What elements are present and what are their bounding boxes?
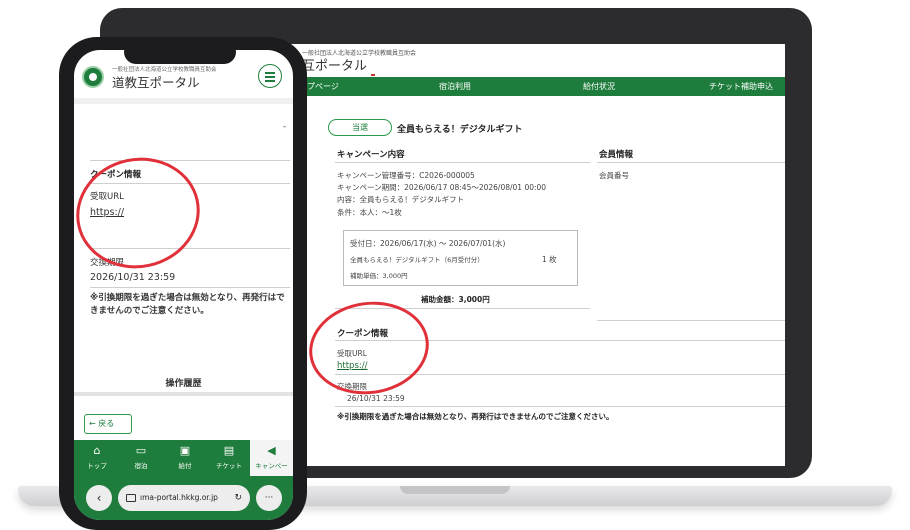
reception-date: 受付日：2026/06/17(水) 〜 2026/07/01(水) bbox=[350, 239, 506, 248]
member-no-label: 会員番号 bbox=[599, 171, 629, 180]
divider bbox=[74, 392, 293, 396]
brand-title: 道教互ポータル bbox=[112, 75, 200, 90]
divider bbox=[597, 162, 785, 163]
laptop-notch bbox=[400, 486, 510, 494]
brand-title: 互ポータル bbox=[302, 59, 368, 74]
brand-accent bbox=[371, 74, 375, 76]
tab-label: トップ bbox=[87, 462, 107, 470]
campaign-title: 全員もらえる！デジタルギフト bbox=[397, 125, 523, 135]
campaign-period: キャンペーン期間：2026/06/17 08:45〜2026/08/01 00:… bbox=[337, 183, 547, 192]
campaign-mgmt-no: キャンペーン管理番号：C2026-000005 bbox=[337, 171, 475, 180]
divider bbox=[335, 162, 590, 163]
tabs-icon bbox=[126, 494, 136, 502]
arrow-left-icon: ← bbox=[89, 419, 96, 428]
divider bbox=[335, 406, 785, 407]
nav-lodging[interactable]: 宿泊利用 bbox=[439, 81, 471, 92]
coupon-expiry: 26/10/31 23:59 bbox=[347, 394, 405, 403]
hamburger-icon bbox=[265, 80, 275, 82]
tab-benefit[interactable]: ▣ 給付 bbox=[162, 440, 208, 476]
bed-icon: ▭ bbox=[135, 444, 147, 457]
hamburger-icon bbox=[265, 72, 275, 74]
status-badge: 当選 bbox=[328, 119, 392, 136]
tab-campaign[interactable]: ◀ キャンペー bbox=[250, 440, 293, 476]
nav-ticket[interactable]: チケット補助申込 bbox=[709, 81, 773, 92]
history-heading: 操作履歴 bbox=[165, 379, 202, 389]
hamburger-icon bbox=[265, 76, 275, 78]
header-divider bbox=[74, 98, 293, 104]
dash-mark: - bbox=[283, 122, 287, 132]
menu-button[interactable] bbox=[258, 64, 282, 88]
browser-bar: ‹ ıma-portal.hkkg.or.jp ↻ ··· bbox=[74, 476, 293, 520]
bottom-tab-bar: ⌂ トップ ▭ 宿泊 ▣ 給付 ▤ チケット ◀ キャンペー bbox=[74, 440, 293, 476]
reload-icon[interactable]: ↻ bbox=[234, 485, 242, 511]
nav-benefit[interactable]: 給付状況 bbox=[583, 81, 615, 92]
divider bbox=[90, 287, 290, 288]
tab-top[interactable]: ⌂ トップ bbox=[74, 440, 120, 476]
campaign-section-heading: キャンペーン内容 bbox=[337, 150, 405, 160]
address-bar[interactable]: ıma-portal.hkkg.or.jp ↻ bbox=[118, 485, 250, 511]
back-label: 戻る bbox=[98, 419, 115, 428]
gift-qty: 1 枚 bbox=[542, 255, 557, 264]
back-button[interactable]: ← 戻る bbox=[84, 414, 132, 434]
tab-ticket[interactable]: ▤ チケット bbox=[206, 440, 252, 476]
gift-icon: ▣ bbox=[179, 444, 191, 457]
tab-label: 給付 bbox=[178, 462, 192, 470]
coupon-warning: ※引換期限を過ぎた場合は無効となり、再発行はできませんのでご注意ください。 bbox=[90, 293, 285, 316]
annotation-circle bbox=[303, 294, 435, 402]
total-amount: 補助金額：3,000円 bbox=[421, 295, 490, 304]
coupon-warning: ※引換期限を過ぎた場合は無効となり、再発行はできませんのでご注意ください。 bbox=[337, 412, 614, 421]
unit-price: 補助単価：3,000円 bbox=[350, 272, 408, 280]
url-text: ıma-portal.hkkg.or.jp bbox=[140, 493, 218, 502]
dynamic-island bbox=[124, 40, 236, 64]
divider bbox=[597, 320, 785, 321]
coupon-expiry: 2026/10/31 23:59 bbox=[90, 272, 176, 283]
campaign-content: 内容：全員もらえる！デジタルギフト bbox=[337, 195, 465, 204]
more-button[interactable]: ··· bbox=[256, 485, 282, 511]
reception-box: 受付日：2026/06/17(水) 〜 2026/07/01(水) 全員もらえる… bbox=[343, 230, 578, 286]
tab-lodging[interactable]: ▭ 宿泊 bbox=[118, 440, 164, 476]
tab-label: チケット bbox=[216, 462, 242, 470]
campaign-condition: 条件：本人：〜1枚 bbox=[337, 208, 402, 217]
org-logo-icon bbox=[82, 66, 104, 88]
member-section-heading: 会員情報 bbox=[599, 150, 634, 160]
megaphone-icon: ◀ bbox=[267, 444, 276, 457]
phone-screen: 一般社団法人北海道公立学校教職員互助会 道教互ポータル - クーポン情報 受取U… bbox=[74, 50, 293, 520]
tab-label: 宿泊 bbox=[134, 462, 148, 470]
browser-back-button[interactable]: ‹ bbox=[86, 485, 112, 511]
ticket-icon: ▤ bbox=[223, 444, 235, 457]
home-icon: ⌂ bbox=[93, 444, 101, 457]
tab-label: キャンペー bbox=[255, 462, 288, 470]
gift-item: 全員もらえる！デジタルギフト（6月受付分） bbox=[350, 256, 484, 264]
